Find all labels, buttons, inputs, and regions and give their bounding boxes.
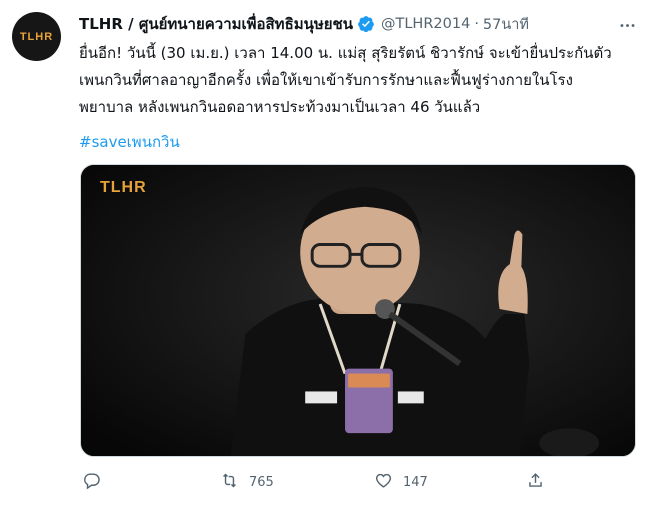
tweet-text-line: ยื่นอีก! วันนี้ (30 เม.ย.) เวลา 14.00 น.… bbox=[79, 44, 612, 62]
hashtag-link[interactable]: #saveเพนกวิน bbox=[79, 130, 180, 154]
display-name[interactable]: TLHR / ศูนย์ทนายความเพื่อสิทธิมนุษยชน bbox=[79, 12, 353, 36]
tweet-photo[interactable]: TLHR bbox=[80, 164, 636, 457]
user-handle[interactable]: @TLHR2014 bbox=[381, 16, 470, 32]
verified-badge-icon bbox=[357, 15, 375, 33]
share-button[interactable] bbox=[526, 470, 545, 494]
like-count: 147 bbox=[403, 474, 428, 490]
avatar[interactable]: TLHR bbox=[12, 12, 61, 61]
tweet-text-line: พยาบาล หลังเพนกวินอดอาหารประท้วงมาเป็นเว… bbox=[79, 98, 481, 116]
avatar-logo-text: TLHR bbox=[19, 30, 54, 43]
tweet-text: ยื่นอีก! วันนี้ (30 เม.ย.) เวลา 14.00 น.… bbox=[79, 40, 639, 121]
retweet-count: 765 bbox=[249, 474, 274, 490]
separator-dot: · bbox=[474, 16, 479, 32]
like-button[interactable]: 147 bbox=[374, 470, 428, 494]
tweet-header: TLHR / ศูนย์ทนายความเพื่อสิทธิมนุษยชน @T… bbox=[79, 13, 612, 35]
tweet-actions: 765 147 bbox=[80, 470, 560, 494]
reply-icon bbox=[82, 471, 101, 494]
media-watermark-logo: TLHR bbox=[100, 179, 147, 196]
share-icon bbox=[526, 471, 545, 494]
like-icon bbox=[374, 471, 393, 494]
timestamp[interactable]: 57นาที bbox=[483, 13, 529, 36]
tweet-text-line: เพนกวินที่ศาลอาญาอีกครั้ง เพื่อให้เขาเข้… bbox=[79, 71, 573, 89]
retweet-icon bbox=[220, 471, 239, 494]
tweet-card[interactable]: TLHR TLHR / ศูนย์ทนายความเพื่อสิทธิมนุษย… bbox=[0, 0, 652, 505]
more-options-icon[interactable] bbox=[616, 14, 638, 36]
reply-button[interactable] bbox=[82, 470, 111, 494]
retweet-button[interactable]: 765 bbox=[220, 470, 274, 494]
photo-of-speaker bbox=[81, 165, 635, 456]
